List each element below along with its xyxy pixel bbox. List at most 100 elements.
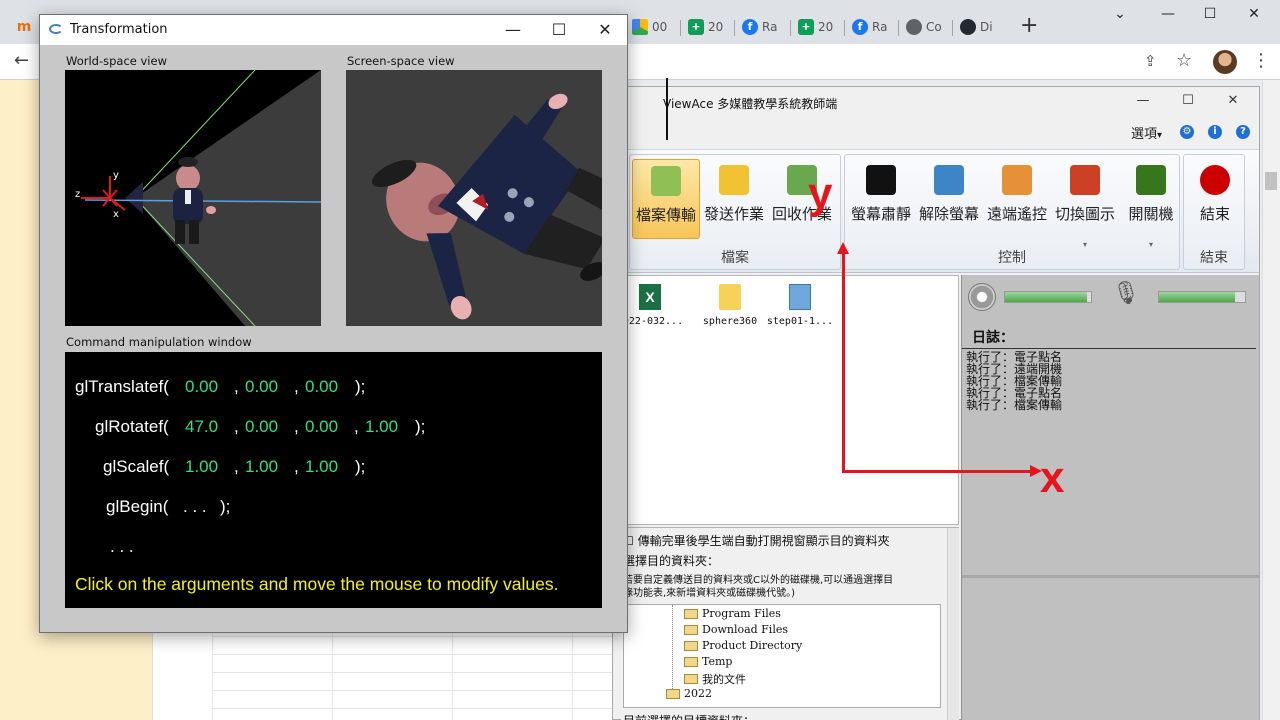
arg-separator: , <box>294 377 299 396</box>
scale-arg-x[interactable]: 1.00 <box>185 457 218 477</box>
tab-search-chevron-icon[interactable]: ⌄ <box>1110 6 1130 22</box>
facebook-icon: f <box>852 19 868 35</box>
tree-item[interactable]: Download Files <box>684 623 788 636</box>
browser-tab[interactable]: +20 <box>798 15 833 39</box>
arg-separator: , <box>234 417 239 436</box>
monitor-icon <box>934 165 964 195</box>
rotate-arg-angle[interactable]: 47.0 <box>185 417 218 437</box>
remote-control-button[interactable]: 遠端遙控 <box>983 159 1051 239</box>
begin-body: . . . <box>183 497 207 516</box>
globe-icon <box>906 19 922 35</box>
settings-gear-icon[interactable]: ⚙ <box>1180 125 1194 139</box>
auto-open-checkbox[interactable]: ☐ 傳輸完畢後學生端自動打開視窗顯示目的資料夾 <box>623 532 890 549</box>
scale-arg-y[interactable]: 1.00 <box>245 457 278 477</box>
new-tab-button[interactable]: + <box>1020 14 1038 38</box>
maximize-button[interactable]: ☐ <box>544 19 574 41</box>
send-homework-icon <box>719 165 749 195</box>
share-icon[interactable]: ⇪ <box>1144 52 1157 70</box>
viewace-maximize-button[interactable]: ☐ <box>1178 93 1198 108</box>
github-icon <box>960 19 976 35</box>
tree-item[interactable]: 我的文件 <box>684 671 746 687</box>
tree-item[interactable]: Product Directory <box>684 639 802 652</box>
browser-tab[interactable]: Co <box>906 15 942 39</box>
browser-tab[interactable]: f Ra <box>742 15 777 39</box>
title-bar[interactable]: Transformation — ☐ ✕ <box>40 15 627 45</box>
power-icon <box>1136 165 1166 195</box>
options-scrollbar[interactable] <box>947 528 959 720</box>
folder-icon <box>684 640 698 651</box>
command-manipulation-window: glTranslatef( 0.00 , 0.00 , 0.00 ); glRo… <box>65 352 602 608</box>
options-menu[interactable]: 選項▾ <box>1131 123 1162 142</box>
speaker-icon[interactable] <box>968 283 996 311</box>
translate-arg-y[interactable]: 0.00 <box>245 377 278 397</box>
log-title: 日誌： <box>972 330 1014 346</box>
x-axis-label: x <box>1040 453 1065 502</box>
speaker-level-fill <box>1005 292 1087 302</box>
x-axis-letter: x <box>113 209 119 220</box>
world-space-view[interactable]: z y x <box>65 70 321 326</box>
bookmark-star-icon[interactable]: ☆ <box>1176 50 1192 71</box>
page-scrollbar-thumb[interactable] <box>1265 172 1277 190</box>
tab-separator <box>734 20 735 36</box>
send-homework-button[interactable]: 發送作業 <box>700 159 768 239</box>
browser-tab[interactable]: 00 <box>632 15 667 39</box>
viewace-title: ViewAce 多媒體教學系統教師端 <box>663 97 838 111</box>
browser-menu-icon[interactable]: ⋮ <box>1252 50 1270 71</box>
tree-item[interactable]: Program Files <box>684 607 781 620</box>
unlock-screen-button[interactable]: 解除螢幕 <box>915 159 983 239</box>
viewace-minimize-button[interactable]: — <box>1133 93 1153 108</box>
tab-separator <box>844 20 845 36</box>
log-entry: 執行了：檔案傳輸 <box>966 398 1063 412</box>
stop-icon <box>1200 165 1230 195</box>
facebook-icon: f <box>742 19 758 35</box>
browser-tab[interactable]: Di <box>960 15 993 39</box>
file-item[interactable]: step01-1... <box>764 284 836 327</box>
screen-view-caption: Screen-space view <box>347 54 455 68</box>
mic-level-bar[interactable] <box>1158 291 1246 303</box>
file-item[interactable]: sphere360 <box>694 284 766 327</box>
rotate-arg-x[interactable]: 0.00 <box>245 417 278 437</box>
browser-minimize-button[interactable]: — <box>1158 6 1178 22</box>
browser-tab-label: Co <box>926 20 942 34</box>
help-icon[interactable]: ? <box>1236 125 1250 139</box>
file-transfer-button[interactable]: 檔案傳輸 <box>632 159 700 239</box>
translate-arg-x[interactable]: 0.00 <box>185 377 218 397</box>
browser-tab-label: 00 <box>652 20 668 34</box>
folder-icon <box>666 688 680 699</box>
transfer-options-panel: ☐ 傳輸完畢後學生端自動打開視窗顯示目的資料夾 選擇目的資料夾： 若要自定義傳送… <box>621 527 959 720</box>
close-button[interactable]: ✕ <box>590 19 620 41</box>
rotate-arg-z[interactable]: 1.00 <box>365 417 398 437</box>
divider <box>962 348 1256 349</box>
panel-splitter[interactable] <box>962 575 1260 578</box>
browser-maximize-button[interactable]: ☐ <box>1200 6 1220 22</box>
y-axis-arrow <box>842 250 845 472</box>
switch-icons-button[interactable]: 切換圖示 ▾ <box>1051 159 1119 249</box>
browser-tab[interactable]: f Ra <box>852 15 887 39</box>
tree-item[interactable]: Temp <box>684 655 732 668</box>
dest-hint-line: 錄功能表,來新增資料夾或磁碟機代號。) <box>623 588 796 599</box>
browser-tab[interactable]: +20 <box>688 15 723 39</box>
info-icon[interactable]: i <box>1208 125 1222 139</box>
screen-lock-button[interactable]: 螢幕肅靜 <box>847 159 915 239</box>
exit-button[interactable]: 結束 <box>1181 159 1249 239</box>
profile-avatar[interactable] <box>1213 50 1237 74</box>
tree-item[interactable]: 2022 <box>666 687 712 700</box>
browser-tab[interactable]: m <box>16 15 36 39</box>
power-button[interactable]: 開關機 ▾ <box>1117 159 1185 249</box>
speaker-level-bar[interactable] <box>1004 291 1092 303</box>
x-axis-arrow <box>842 470 1032 473</box>
rotate-arg-y[interactable]: 0.00 <box>305 417 338 437</box>
browser-tab-label: 20 <box>818 20 834 34</box>
screen-space-view[interactable] <box>346 70 602 326</box>
minimize-button[interactable]: — <box>498 19 528 41</box>
browser-close-button[interactable]: ✕ <box>1244 6 1264 22</box>
microphone-icon[interactable]: 🎙 <box>1112 281 1140 306</box>
viewace-close-button[interactable]: ✕ <box>1223 93 1243 108</box>
transformation-window: Transformation — ☐ ✕ World-space view Sc… <box>39 14 628 633</box>
instruction-hint: Click on the arguments and move the mous… <box>75 574 559 594</box>
scale-arg-z[interactable]: 1.00 <box>305 457 338 477</box>
back-arrow-icon[interactable]: ← <box>14 50 29 71</box>
translate-arg-z[interactable]: 0.00 <box>305 377 338 397</box>
folder-icon <box>684 656 698 667</box>
rotate-close: ); <box>415 417 426 436</box>
